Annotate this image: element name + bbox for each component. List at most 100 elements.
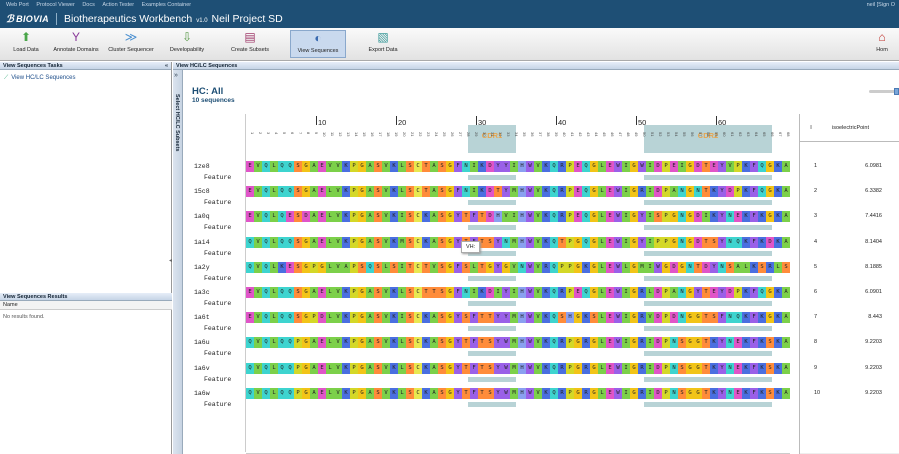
tasks-header-label: View Sequences Tasks xyxy=(3,63,63,69)
collapse-icon[interactable]: « xyxy=(165,62,168,70)
toolbar-button-label: Annotate Domains xyxy=(53,47,99,53)
nav-link-examples-container[interactable]: Examples Container xyxy=(142,2,192,8)
sequence-row[interactable]: EVQLQQSGPDLVKPGASVKISCKASGYSFTTYYMHWVKQS… xyxy=(246,312,790,324)
expand-icon[interactable]: » xyxy=(174,72,178,79)
sequence-id-label[interactable]: 1a3c xyxy=(194,289,210,296)
residue: V xyxy=(382,211,390,223)
grid-col-index[interactable]: I xyxy=(800,125,822,131)
sequence-id-label[interactable]: 1a6v xyxy=(194,365,210,372)
residue: G xyxy=(590,337,598,349)
subset-selector-strip[interactable]: » Select HC/LC Subsets xyxy=(173,70,183,454)
residue: S xyxy=(438,362,446,374)
toolbar-button-view-sequences[interactable]: ◐ View Sequences xyxy=(290,30,346,58)
residue: P xyxy=(350,362,358,374)
residue: G xyxy=(358,362,366,374)
sequence-row[interactable]: QVQLQQPGAELVKPGASVKLSCKASGYTFTSYWMHWVKQR… xyxy=(246,387,790,399)
residue: S xyxy=(374,186,382,198)
residue-tooltip: VH: xyxy=(461,240,481,253)
nav-link-protocol-viewer[interactable]: Protocol Viewer xyxy=(36,2,74,8)
sequence-row[interactable]: EVQLQQSGAELVKPGASVKLSCTTSGFNIKDIYIHWVKQR… xyxy=(246,287,790,298)
residue: I xyxy=(646,236,654,248)
zoom-slider[interactable] xyxy=(869,88,899,95)
sequence-row[interactable]: EVQLQQSGAEVVKPGASVKLSCTASGFNIKDYYIHWVKQR… xyxy=(246,161,790,172)
residue: Q xyxy=(278,236,286,248)
splitter-handle-icon[interactable]: ◂ xyxy=(169,257,172,264)
toolbar-button-annotate-domains[interactable]: Y Annotate Domains xyxy=(52,30,100,53)
residue: S xyxy=(438,186,446,198)
sequence-id-label[interactable]: 1ai4 xyxy=(194,239,210,246)
residue: Y xyxy=(502,161,510,172)
residue: S xyxy=(486,236,494,248)
sequence-id-label[interactable]: 1a2y xyxy=(194,264,210,271)
nav-link-docs[interactable]: Docs xyxy=(82,2,95,8)
ruler-position-number: 5 xyxy=(282,132,287,135)
residue: S xyxy=(486,362,494,374)
ruler-tick-mark xyxy=(316,116,317,125)
sequence-row[interactable]: QVQLQQSGAELVKPGASVKMSCKASGYTFTSYNMHWVKQT… xyxy=(246,236,790,248)
toolbar-button-export-data[interactable]: ▧ Export Data xyxy=(360,30,406,53)
nav-link-action-tester[interactable]: Action Tester xyxy=(102,2,134,8)
ruler-position-number: 22 xyxy=(418,132,423,137)
residue: G xyxy=(686,287,694,298)
grid-row[interactable]: 7 8.443 xyxy=(800,312,899,323)
grid-row[interactable]: 8 9.2203 xyxy=(800,337,899,348)
residue: F xyxy=(750,337,758,349)
residue: F xyxy=(750,211,758,223)
user-menu[interactable]: neil [Sign O xyxy=(867,0,895,10)
residue: R xyxy=(558,337,566,349)
sequence-row[interactable]: QVQLQQPGAELVKPGASVKLSCKASGYTFTSYWMHWVKQR… xyxy=(246,337,790,349)
residue: Q xyxy=(550,312,558,324)
results-name-column-header[interactable]: Name xyxy=(0,301,172,310)
nav-link-web-port[interactable]: Web Port xyxy=(6,2,29,8)
grid-row[interactable]: 9 9.2203 xyxy=(800,363,899,374)
residue: L xyxy=(326,312,334,324)
sequence-row[interactable]: QVQLKESGPGLVAPSQSLSITCTVSGFSLTGYGVNWVRQP… xyxy=(246,261,790,273)
toolbar-button-label: Load Data xyxy=(13,47,39,53)
sequence-row[interactable]: QVQLQQPGAELVKPGASVKLSCKASGYTFTSYWMHWVKQR… xyxy=(246,362,790,374)
residue: F xyxy=(718,312,726,324)
sequence-row[interactable]: EVQLQQSGAELVKPGASVKLSCTASGFNIKDTYMHWVKQR… xyxy=(246,186,790,198)
zoom-slider-knob[interactable] xyxy=(894,88,899,95)
grid-row[interactable]: 10 9.2203 xyxy=(800,388,899,399)
residue: T xyxy=(702,186,710,198)
sequence-row[interactable]: EVQLQESDAELVKPGASVKISCKASGYTFTDHVIHWVKQR… xyxy=(246,211,790,223)
grid-row-index: 6 xyxy=(814,289,818,295)
toolbar-button-create-subsets[interactable]: ▤ Create Subsets xyxy=(222,30,278,53)
residue: F xyxy=(470,312,478,324)
grid-row[interactable]: 3 7.4416 xyxy=(800,211,899,222)
grid-row[interactable]: 5 8.1885 xyxy=(800,262,899,273)
grid-row[interactable]: 6 6.0901 xyxy=(800,287,899,298)
toolbar-button-load-data[interactable]: ⬆ Load Data xyxy=(6,30,46,53)
residue: V xyxy=(254,387,262,399)
task-view-hclc-sequences[interactable]: ⟋ View HC/LC Sequences xyxy=(0,70,171,82)
residue: G xyxy=(486,261,494,273)
residue: V xyxy=(254,161,262,172)
toolbar-button-cluster-sequencer[interactable]: ≫ Cluster Sequencer xyxy=(104,30,158,53)
residue: N xyxy=(678,236,686,248)
residue: G xyxy=(678,261,686,273)
cdr-feature-bar xyxy=(468,376,516,382)
toolbar-button-hom[interactable]: ⌂ Hom xyxy=(867,30,897,53)
grid-row[interactable]: 2 6.3382 xyxy=(800,186,899,197)
sequence-id-label[interactable]: 1a6t xyxy=(194,314,210,321)
residue: A xyxy=(430,236,438,248)
sequence-id-label[interactable]: 1a6w xyxy=(194,390,210,397)
sequence-id-label[interactable]: 1a0q xyxy=(194,213,210,220)
sequence-id-label[interactable]: 1ze8 xyxy=(194,163,210,170)
sequence-id-label[interactable]: 15c8 xyxy=(194,188,210,195)
alignment-view[interactable]: CDR1CDR210203040506070123456789101112131… xyxy=(246,114,790,452)
grid-header: I isoelectricPoint xyxy=(800,114,899,142)
sequence-id-label[interactable]: 1a6u xyxy=(194,339,210,346)
ruler-position-number: 29 xyxy=(474,132,479,137)
residue: K xyxy=(342,337,350,349)
ruler-position-number: 4 xyxy=(274,132,279,135)
residue: G xyxy=(670,236,678,248)
ruler-position-number: 9 xyxy=(314,132,319,135)
ruler-position-number: 59 xyxy=(714,132,719,137)
residue: M xyxy=(638,261,646,273)
grid-row[interactable]: 4 8.1404 xyxy=(800,237,899,248)
residue: W xyxy=(614,236,622,248)
toolbar-button-developability[interactable]: ⇩ Developability xyxy=(162,30,212,53)
grid-row[interactable]: 1 6.0981 xyxy=(800,161,899,172)
grid-col-isoelectric-point[interactable]: isoelectricPoint xyxy=(822,125,899,131)
